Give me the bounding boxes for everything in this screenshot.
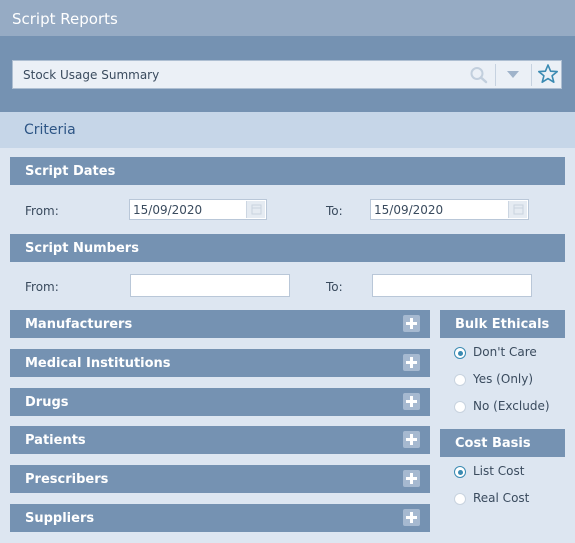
- radio-label: Yes (Only): [473, 372, 534, 386]
- script-dates-to-field[interactable]: 15/09/2020: [370, 199, 529, 220]
- favorite-button[interactable]: [533, 61, 563, 88]
- script-dates-from-field[interactable]: 15/09/2020: [129, 199, 267, 220]
- radio-button[interactable]: [454, 493, 466, 505]
- selector-divider: [495, 64, 496, 86]
- report-toolbar: Stock Usage Summary: [0, 36, 575, 112]
- radio-label: Real Cost: [473, 491, 530, 505]
- script-numbers-to-label: To:: [326, 280, 343, 294]
- filter-label: Prescribers: [25, 472, 109, 487]
- script-numbers-header: Script Numbers: [10, 234, 565, 262]
- criteria-header: Criteria: [0, 112, 575, 148]
- filter-label: Drugs: [25, 395, 69, 410]
- filter-label: Suppliers: [25, 511, 95, 526]
- plus-icon[interactable]: [403, 509, 420, 526]
- chevron-down-icon: [507, 71, 519, 78]
- plus-icon[interactable]: [403, 393, 420, 410]
- report-dropdown-button[interactable]: [497, 61, 529, 88]
- script-numbers-to-field[interactable]: [372, 274, 532, 297]
- filter-patients[interactable]: Patients: [10, 426, 430, 454]
- radio-label: No (Exclude): [473, 399, 550, 413]
- calendar-icon[interactable]: [508, 201, 527, 218]
- filter-prescribers[interactable]: Prescribers: [10, 465, 430, 493]
- script-dates-from-value: 15/09/2020: [133, 203, 203, 217]
- script-dates-to-value: 15/09/2020: [374, 203, 444, 217]
- script-dates-to-label: To:: [326, 204, 343, 218]
- calendar-icon[interactable]: [246, 201, 265, 218]
- cost-basis-header: Cost Basis: [440, 429, 565, 457]
- report-selector[interactable]: Stock Usage Summary: [12, 60, 562, 89]
- radio-label: List Cost: [473, 464, 525, 478]
- filter-suppliers[interactable]: Suppliers: [10, 504, 430, 532]
- script-numbers-from-label: From:: [25, 280, 59, 294]
- filter-label: Patients: [25, 433, 86, 448]
- search-icon[interactable]: [469, 66, 489, 84]
- script-numbers-from-field[interactable]: [130, 274, 290, 297]
- filter-manufacturers[interactable]: Manufacturers: [10, 310, 430, 338]
- script-dates-from-label: From:: [25, 204, 59, 218]
- bulk-ethicals-header: Bulk Ethicals: [440, 310, 565, 338]
- filter-label: Medical Institutions: [25, 356, 171, 371]
- criteria-body: Script Dates From: 15/09/2020 To: 15/09/…: [0, 148, 575, 543]
- radio-button[interactable]: [454, 347, 466, 359]
- plus-icon[interactable]: [403, 470, 420, 487]
- filter-label: Manufacturers: [25, 317, 133, 332]
- window-title: Script Reports: [0, 0, 575, 36]
- filter-medical-institutions[interactable]: Medical Institutions: [10, 349, 430, 377]
- plus-icon[interactable]: [403, 431, 420, 448]
- filter-drugs[interactable]: Drugs: [10, 388, 430, 416]
- plus-icon[interactable]: [403, 354, 420, 371]
- selector-divider: [531, 64, 532, 86]
- radio-button[interactable]: [454, 374, 466, 386]
- script-dates-header: Script Dates: [10, 157, 565, 185]
- radio-button[interactable]: [454, 466, 466, 478]
- report-selector-value: Stock Usage Summary: [23, 68, 160, 82]
- star-icon: [538, 64, 559, 84]
- plus-icon[interactable]: [403, 315, 420, 332]
- radio-label: Don't Care: [473, 345, 537, 359]
- radio-button[interactable]: [454, 401, 466, 413]
